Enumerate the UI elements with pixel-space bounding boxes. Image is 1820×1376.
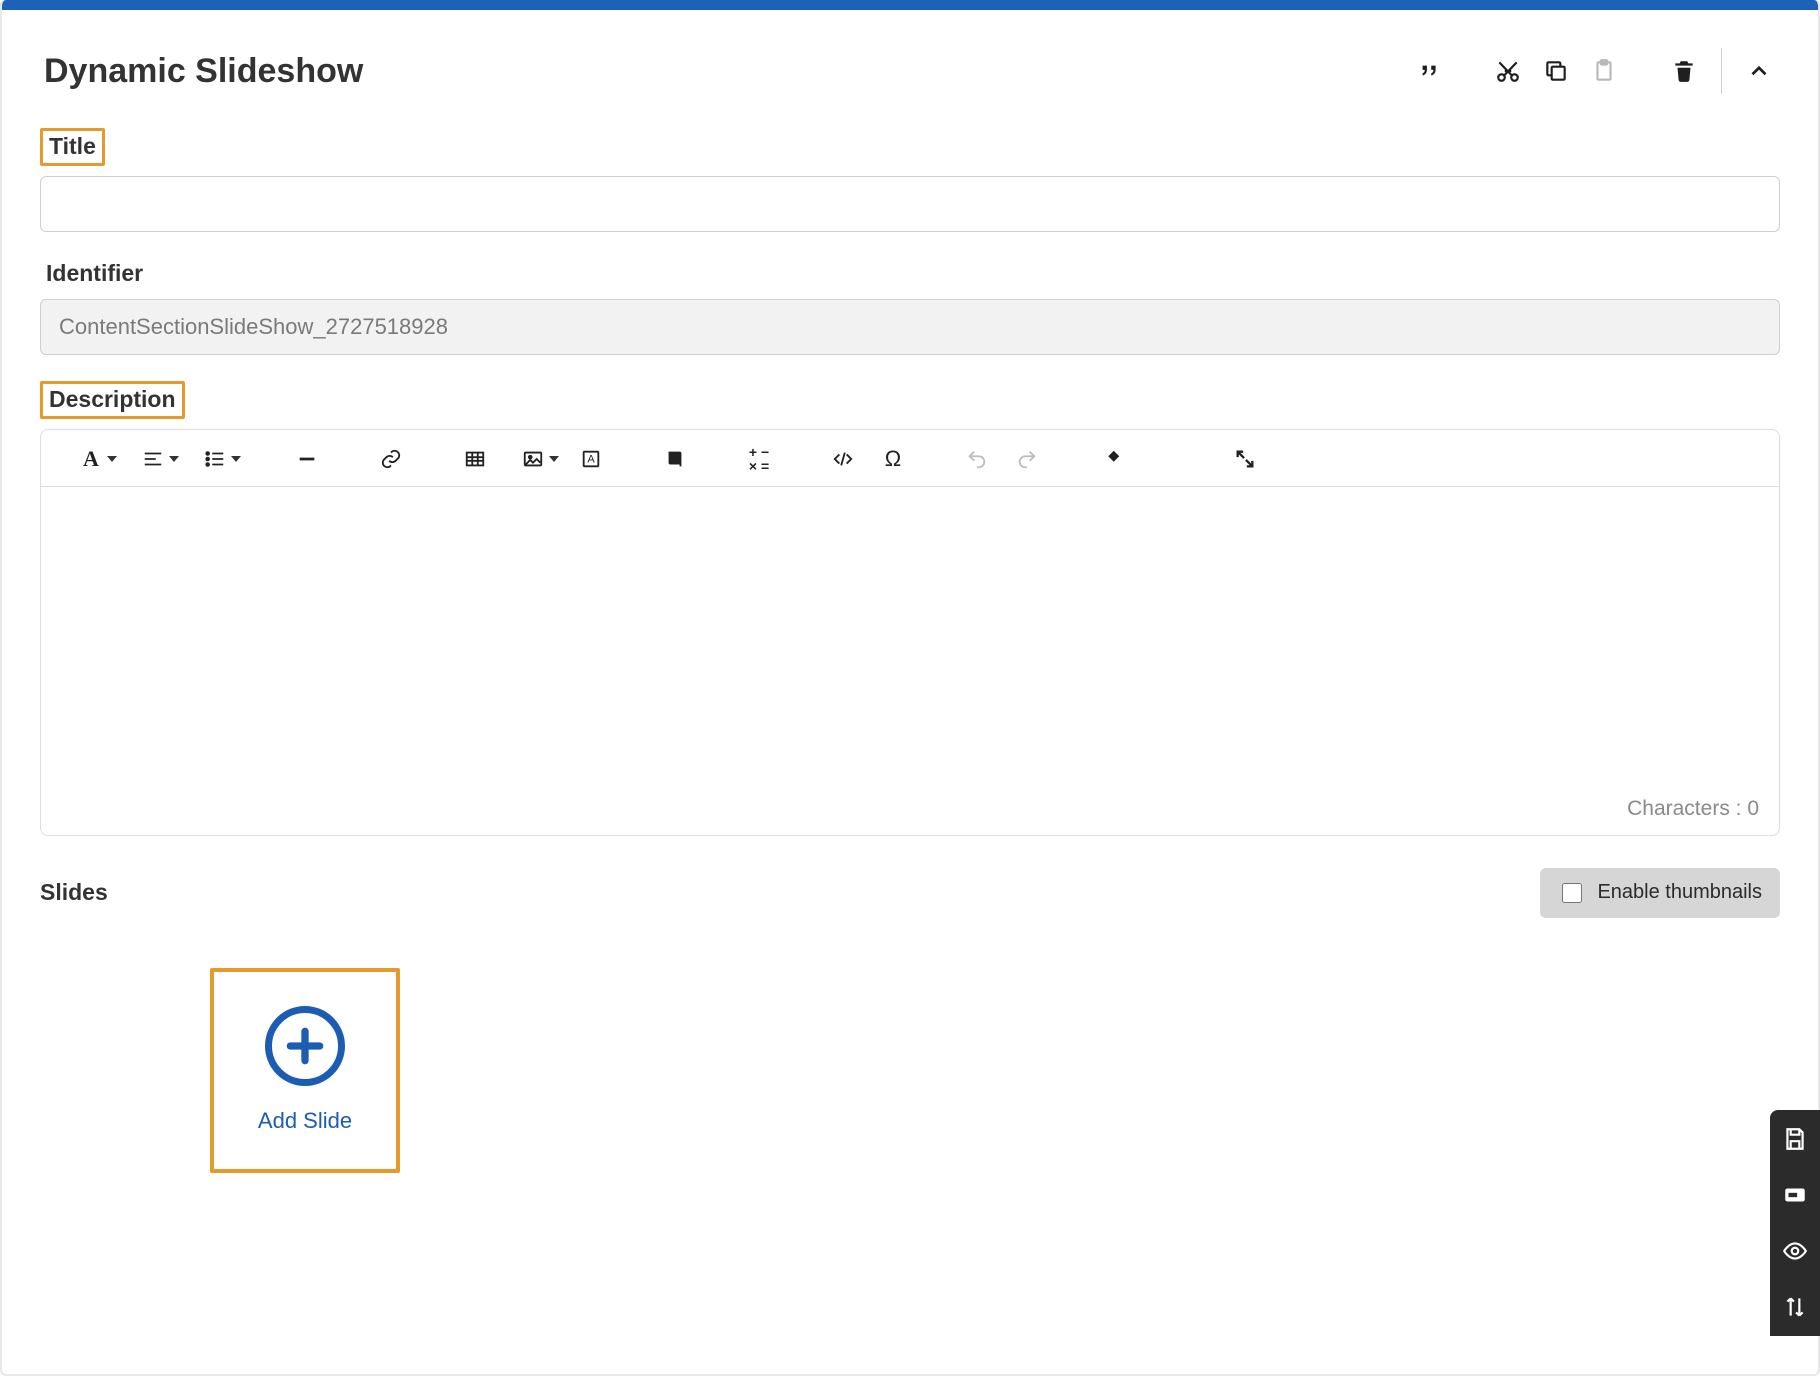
quote-icon[interactable] <box>1411 54 1445 88</box>
reorder-icon[interactable] <box>1780 1292 1810 1322</box>
preview-icon[interactable] <box>1780 1236 1810 1266</box>
field-description: Description A <box>40 381 1780 836</box>
identifier-input <box>40 299 1780 355</box>
omega-icon[interactable]: Ω <box>871 442 915 476</box>
link-icon[interactable] <box>369 442 413 476</box>
align-icon[interactable] <box>123 442 183 476</box>
plus-circle-icon <box>265 1006 345 1086</box>
slides-label: Slides <box>40 877 114 909</box>
table-icon[interactable] <box>453 442 497 476</box>
enable-thumbnails-toggle[interactable]: Enable thumbnails <box>1540 868 1780 918</box>
eraser-icon[interactable] <box>1089 442 1133 476</box>
add-slide-button[interactable]: Add Slide <box>210 968 400 1173</box>
slides-header: Slides Enable thumbnails <box>40 868 1780 918</box>
editor-body[interactable] <box>41 487 1779 787</box>
editor-toolbar: A <box>41 430 1779 487</box>
redo-icon[interactable] <box>1005 442 1049 476</box>
copy-icon[interactable] <box>1539 54 1573 88</box>
undo-icon[interactable] <box>955 442 999 476</box>
title-input[interactable] <box>40 176 1780 232</box>
rich-text-editor: A <box>40 429 1780 836</box>
enable-thumbnails-checkbox[interactable] <box>1562 883 1582 903</box>
title-label: Title <box>40 128 105 166</box>
font-style-icon[interactable]: A <box>61 442 121 476</box>
delete-icon[interactable] <box>1667 54 1701 88</box>
text-box-icon[interactable]: A <box>569 442 613 476</box>
page-title: Dynamic Slideshow <box>44 52 363 91</box>
paste-icon[interactable] <box>1587 54 1621 88</box>
identifier-label: Identifier <box>40 258 149 290</box>
fullscreen-icon[interactable] <box>1223 442 1267 476</box>
toolbar-separator <box>1721 48 1722 94</box>
enable-thumbnails-label: Enable thumbnails <box>1597 881 1762 904</box>
field-identifier: Identifier <box>40 258 1780 356</box>
header-toolbar <box>1411 48 1776 94</box>
book-icon[interactable] <box>653 442 697 476</box>
editor-char-count: Characters : 0 <box>41 787 1779 835</box>
slides-area: Add Slide <box>40 968 1780 1173</box>
section-header: Dynamic Slideshow <box>40 0 1780 102</box>
save-icon[interactable] <box>1780 1124 1810 1154</box>
form-icon[interactable] <box>1780 1180 1810 1210</box>
list-icon[interactable] <box>185 442 245 476</box>
add-slide-label: Add Slide <box>258 1108 352 1134</box>
image-icon[interactable] <box>503 442 563 476</box>
cut-icon[interactable] <box>1491 54 1525 88</box>
horizontal-rule-icon[interactable] <box>285 442 329 476</box>
math-icon[interactable]: + −× = <box>737 442 781 476</box>
svg-text:A: A <box>587 453 595 465</box>
collapse-icon[interactable] <box>1742 54 1776 88</box>
description-label: Description <box>40 381 185 419</box>
side-rail <box>1770 1110 1820 1336</box>
code-icon[interactable] <box>821 442 865 476</box>
field-title: Title <box>40 128 1780 232</box>
